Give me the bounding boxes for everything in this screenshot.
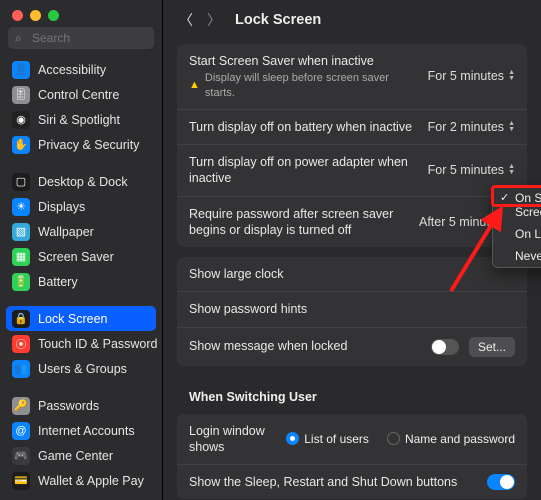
row-display-off-battery: Turn display off on battery when inactiv… bbox=[177, 110, 527, 145]
settings-panel-3: Login window shows List of users Name an… bbox=[177, 414, 527, 500]
sidebar-item-label: Internet Accounts bbox=[38, 424, 135, 438]
menu-option[interactable]: On Screen Saver and Lock Screen bbox=[493, 187, 541, 223]
sidebar-item-label: Siri & Spotlight bbox=[38, 113, 120, 127]
value-popup-battery[interactable]: For 2 minutes ▲▼ bbox=[428, 120, 515, 134]
menu-option[interactable]: On Lock Screen bbox=[493, 223, 541, 245]
sidebar-item-label: Accessibility bbox=[38, 63, 106, 77]
row-label: Show password hints bbox=[189, 301, 498, 317]
sidebar-icon: 🔋 bbox=[12, 273, 30, 291]
sidebar-item-label: Wallpaper bbox=[38, 225, 94, 239]
sidebar-item-siri-spotlight[interactable]: ◉ Siri & Spotlight bbox=[6, 107, 156, 132]
large-clock-menu[interactable]: On Screen Saver and Lock ScreenOn Lock S… bbox=[492, 186, 541, 268]
menu-option[interactable]: Never bbox=[493, 245, 541, 267]
row-password-hints: Show password hints ▲▼ bbox=[177, 292, 527, 327]
value-popup-power[interactable]: For 5 minutes ▲▼ bbox=[428, 163, 515, 177]
settings-panel-2: Show large clock ▲▼ Show password hints … bbox=[177, 257, 527, 366]
zoom-window-button[interactable] bbox=[48, 10, 59, 21]
sidebar-item-label: Desktop & Dock bbox=[38, 175, 128, 189]
sidebar-icon: ◉ bbox=[12, 111, 30, 129]
sidebar-item-displays[interactable]: ☀ Displays bbox=[6, 194, 156, 219]
row-screensaver-start: Start Screen Saver when inactive ▲ Displ… bbox=[177, 44, 527, 110]
radio-name-and-password[interactable]: Name and password bbox=[387, 432, 515, 446]
row-large-clock: Show large clock ▲▼ bbox=[177, 257, 527, 292]
sidebar-icon: ✋ bbox=[12, 136, 30, 154]
section-title-switching: When Switching User bbox=[163, 376, 541, 408]
sidebar-item-privacy-security[interactable]: ✋ Privacy & Security bbox=[6, 132, 156, 157]
sidebar-item-passwords[interactable]: 🔑 Passwords bbox=[6, 393, 156, 418]
sidebar-icon: 👥 bbox=[12, 360, 30, 378]
sidebar-item-label: Displays bbox=[38, 200, 85, 214]
sidebar-item-game-center[interactable]: 🎮 Game Center bbox=[6, 443, 156, 468]
sidebar-item-desktop-dock[interactable]: ▢ Desktop & Dock bbox=[6, 169, 156, 194]
row-show-sleep-restart: Show the Sleep, Restart and Shut Down bu… bbox=[177, 465, 527, 499]
row-require-password: Require password after screen saver begi… bbox=[177, 197, 527, 248]
close-window-button[interactable] bbox=[12, 10, 23, 21]
row-label: Show the Sleep, Restart and Shut Down bu… bbox=[189, 474, 477, 490]
sidebar-item-label: Battery bbox=[38, 275, 78, 289]
sidebar-icon: ▧ bbox=[12, 223, 30, 241]
sidebar-icon: @ bbox=[12, 422, 30, 440]
sidebar-item-label: Passwords bbox=[38, 399, 99, 413]
sidebar-icon: ▢ bbox=[12, 173, 30, 191]
stepper-icon: ▲▼ bbox=[508, 121, 515, 133]
sidebar-item-users-groups[interactable]: 👥 Users & Groups bbox=[6, 356, 156, 381]
sidebar-item-label: Users & Groups bbox=[38, 362, 127, 376]
row-label: Show large clock bbox=[189, 266, 498, 282]
row-label: Login window shows bbox=[189, 423, 276, 456]
main-pane: 〈 〉 Lock Screen Start Screen Saver when … bbox=[163, 0, 541, 500]
sidebar-item-battery[interactable]: 🔋 Battery bbox=[6, 269, 156, 294]
sidebar: ⌕ 👤Accessibility🎚Control Centre◉Siri & S… bbox=[0, 0, 163, 500]
sidebar-item-label: Control Centre bbox=[38, 88, 119, 102]
sidebar-item-wallet-apple-pay[interactable]: 💳 Wallet & Apple Pay bbox=[6, 468, 156, 493]
breadcrumb: 〈 〉 Lock Screen bbox=[163, 0, 541, 38]
warning-icon: ▲ bbox=[189, 78, 200, 92]
sidebar-nav: 👤 Accessibility 🎚 Control Centre ◉ Siri & Spo… bbox=[0, 57, 162, 500]
sidebar-item-label: Lock Screen bbox=[38, 312, 107, 326]
settings-panel-1: Start Screen Saver when inactive ▲ Displ… bbox=[177, 44, 527, 247]
sidebar-item-label: Game Center bbox=[38, 449, 113, 463]
sidebar-icon: ▦ bbox=[12, 248, 30, 266]
sidebar-item-label: Privacy & Security bbox=[38, 138, 139, 152]
row-label: Turn display off on battery when inactiv… bbox=[189, 119, 418, 135]
sidebar-icon: ⦿ bbox=[12, 335, 30, 353]
sidebar-item-control-centre[interactable]: 🎚 Control Centre bbox=[6, 82, 156, 107]
sidebar-item-label: Wallet & Apple Pay bbox=[38, 474, 144, 488]
row-label: Start Screen Saver when inactive bbox=[189, 53, 418, 69]
sidebar-item-lock-screen[interactable]: 🔒 Lock Screen bbox=[6, 306, 156, 331]
set-message-button[interactable]: Set... bbox=[469, 337, 515, 357]
row-display-off-power: Turn display off on power adapter when i… bbox=[177, 145, 527, 197]
sidebar-icon: 🔒 bbox=[12, 310, 30, 328]
sidebar-item-wallpaper[interactable]: ▧ Wallpaper bbox=[6, 219, 156, 244]
back-button[interactable]: 〈 bbox=[179, 10, 193, 30]
row-login-window: Login window shows List of users Name an… bbox=[177, 414, 527, 466]
toggle-sleep-restart[interactable] bbox=[487, 474, 515, 490]
sidebar-icon: ☀ bbox=[12, 198, 30, 216]
window-controls bbox=[0, 0, 162, 27]
stepper-icon: ▲▼ bbox=[508, 70, 515, 82]
row-label: Turn display off on power adapter when i… bbox=[189, 154, 418, 187]
sidebar-icon: 🎚 bbox=[12, 86, 30, 104]
sidebar-item-internet-accounts[interactable]: @ Internet Accounts bbox=[6, 418, 156, 443]
radio-list-of-users[interactable]: List of users bbox=[286, 432, 369, 446]
forward-button[interactable]: 〉 bbox=[207, 10, 221, 30]
stepper-icon: ▲▼ bbox=[508, 164, 515, 176]
sidebar-icon: 🔑 bbox=[12, 397, 30, 415]
sidebar-item-label: Screen Saver bbox=[38, 250, 114, 264]
minimize-window-button[interactable] bbox=[30, 10, 41, 21]
row-label: Show message when locked bbox=[189, 338, 421, 354]
value-popup-screensaver[interactable]: For 5 minutes ▲▼ bbox=[428, 69, 515, 83]
search-input[interactable] bbox=[8, 27, 154, 49]
row-show-message: Show message when locked Set... bbox=[177, 328, 527, 366]
sidebar-item-touch-id-password[interactable]: ⦿ Touch ID & Password bbox=[6, 331, 156, 356]
sidebar-item-accessibility[interactable]: 👤 Accessibility bbox=[6, 57, 156, 82]
sidebar-item-screen-saver[interactable]: ▦ Screen Saver bbox=[6, 244, 156, 269]
toggle-show-message[interactable] bbox=[431, 339, 459, 355]
sidebar-icon: 👤 bbox=[12, 61, 30, 79]
row-label: Require password after screen saver begi… bbox=[189, 206, 409, 239]
row-sublabel: ▲ Display will sleep before screen saver… bbox=[189, 71, 418, 100]
sidebar-icon: 🎮 bbox=[12, 447, 30, 465]
sidebar-icon: 💳 bbox=[12, 472, 30, 490]
page-title: Lock Screen bbox=[235, 12, 321, 28]
sidebar-item-label: Touch ID & Password bbox=[38, 337, 158, 351]
